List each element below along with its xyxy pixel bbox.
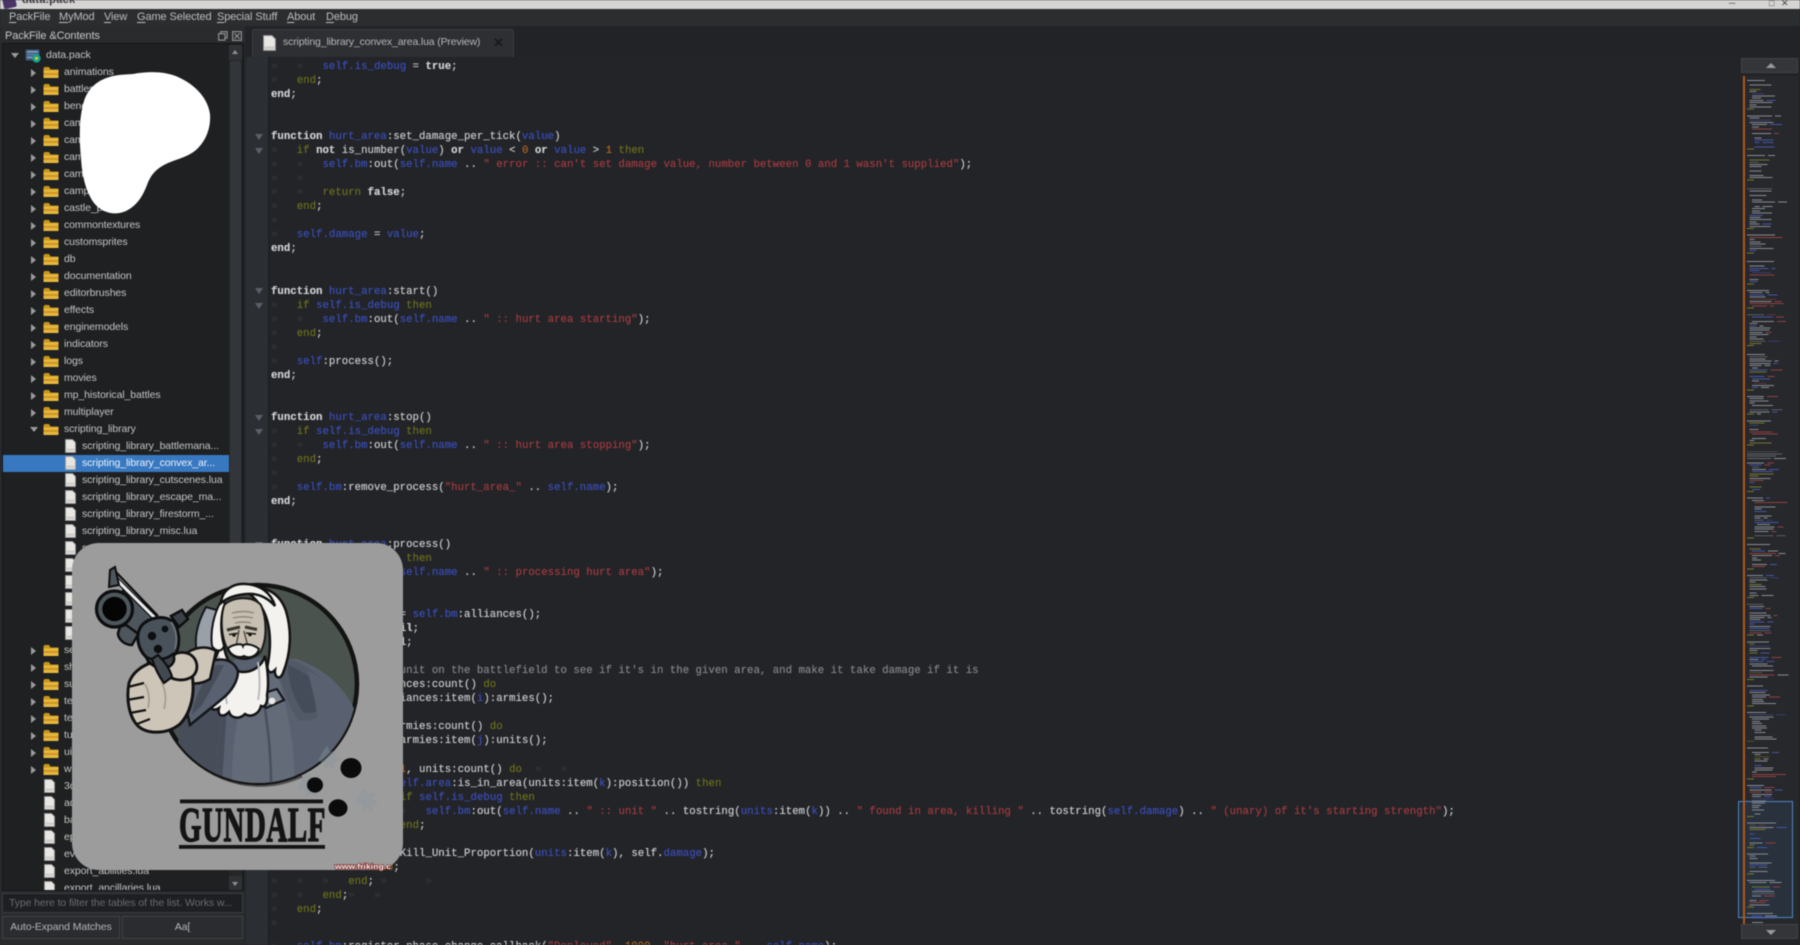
svg-text:www.friking.c: www.friking.c: [334, 862, 391, 871]
svg-text:GUNDALF: GUNDALF: [179, 797, 326, 852]
